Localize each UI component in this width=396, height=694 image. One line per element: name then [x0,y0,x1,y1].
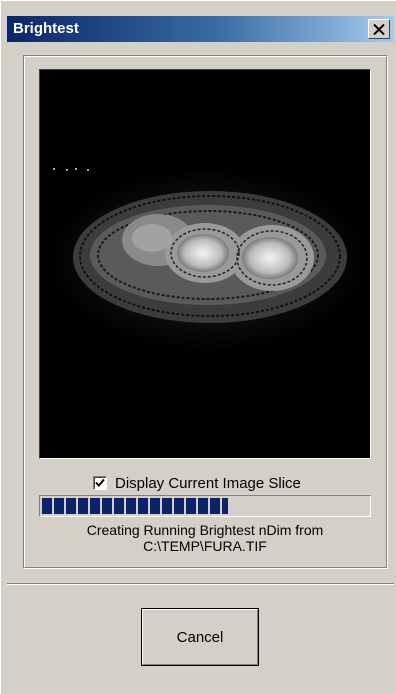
fluorescence-image [40,70,370,458]
status-line-1: Creating Running Brightest nDim from [86,522,324,538]
status-line-2: C:\TEMP\FURA.TIF [143,538,267,554]
progress-bar [39,495,371,517]
cancel-button-label: Cancel [176,628,224,646]
image-preview [39,69,371,459]
progress-fill [42,498,228,514]
close-button[interactable] [368,19,390,39]
display-slice-label: Display Current Image Slice [115,474,301,492]
checkmark-icon [95,478,105,487]
display-slice-checkbox[interactable] [93,476,107,490]
divider [7,583,394,585]
title-bar[interactable]: Brightest [7,16,394,42]
status-text: Creating Running Brightest nDim from C:\… [39,522,371,554]
window-title: Brightest [13,20,79,37]
cancel-button[interactable]: Cancel [141,608,259,666]
display-slice-option[interactable]: Display Current Image Slice [93,473,301,493]
brightest-dialog: Brightest Display Current Image Slice Cr… [0,0,396,694]
close-icon [373,23,385,35]
